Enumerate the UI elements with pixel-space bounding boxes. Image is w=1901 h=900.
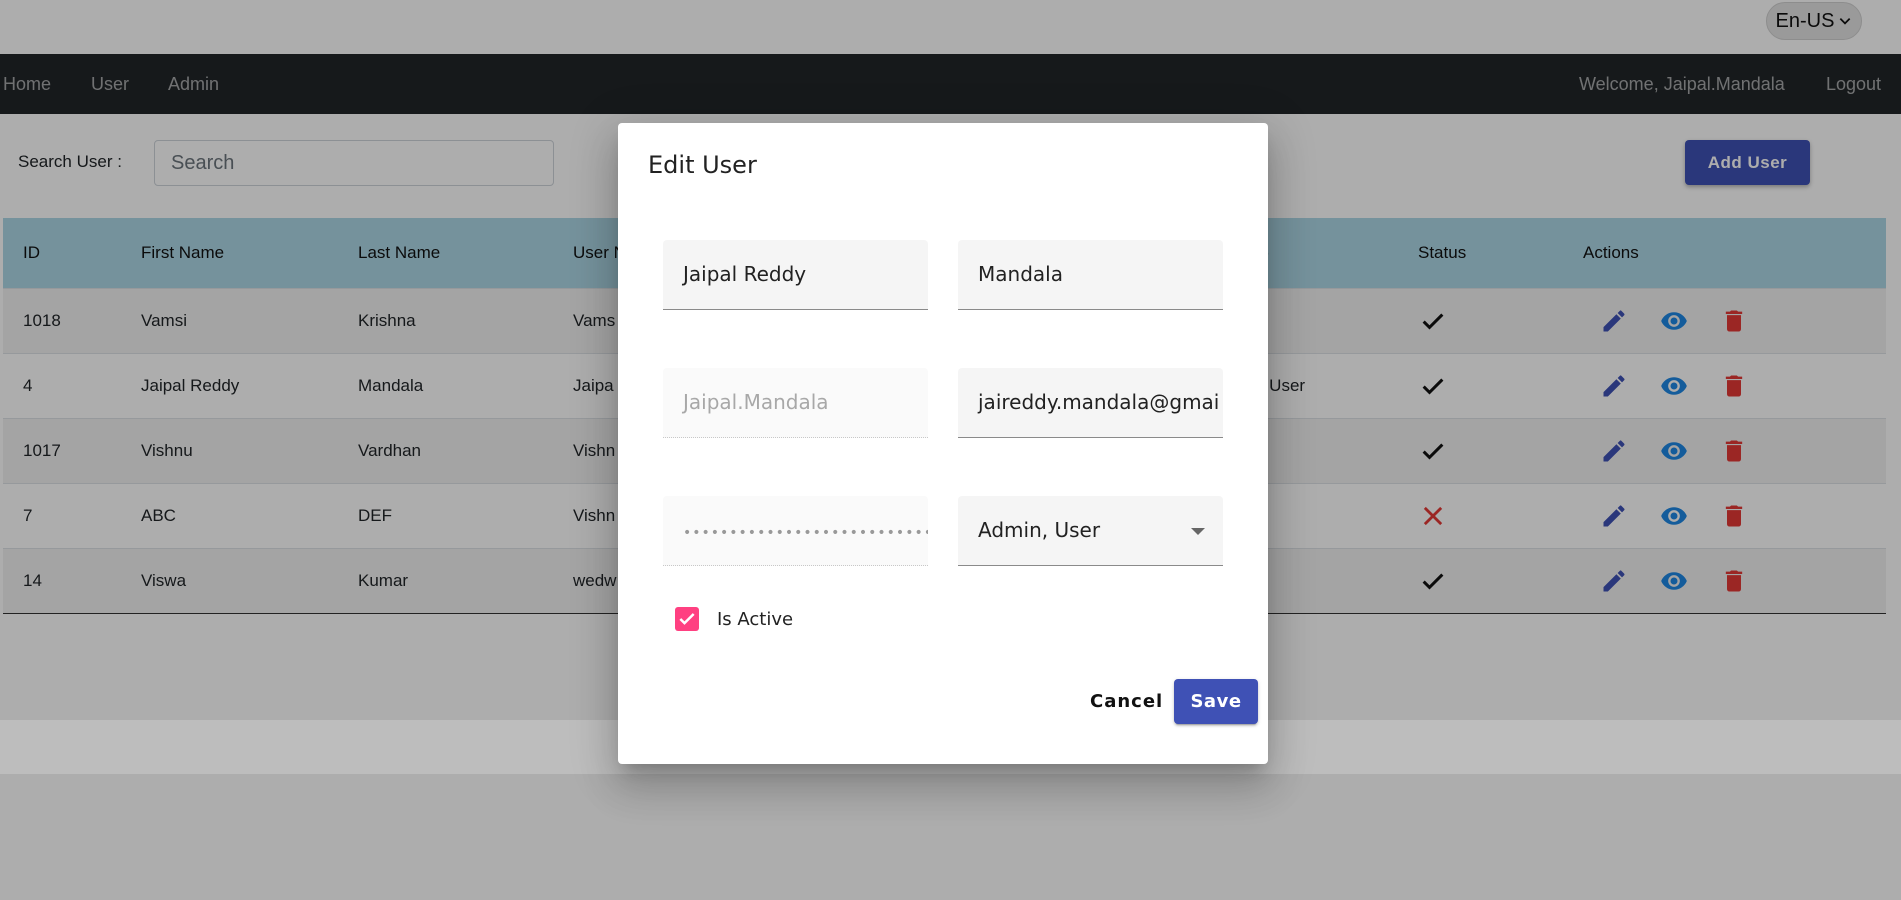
dialog-title: Edit User <box>648 151 757 179</box>
is-active-label: Is Active <box>717 608 794 630</box>
edit-user-dialog: Edit User Jaipal Reddy Mandala Jaipal.Ma… <box>618 123 1268 764</box>
first-name-field[interactable]: Jaipal Reddy <box>663 240 928 310</box>
username-field: Jaipal.Mandala <box>663 368 928 438</box>
roles-value: Admin, User <box>978 518 1101 542</box>
save-button[interactable]: Save <box>1174 679 1258 724</box>
check-icon <box>679 613 695 625</box>
roles-select[interactable]: Admin, User <box>958 496 1223 566</box>
last-name-field[interactable]: Mandala <box>958 240 1223 310</box>
cancel-button[interactable]: Cancel <box>1078 679 1175 724</box>
password-mask: •••••••••••••••••••••••••••••••• <box>683 525 928 541</box>
dropdown-arrow-icon <box>1191 528 1205 535</box>
is-active-checkbox[interactable] <box>675 607 699 631</box>
password-field[interactable]: •••••••••••••••••••••••••••••••• <box>663 496 928 566</box>
email-field[interactable]: jaireddy.mandala@gmai <box>958 368 1223 438</box>
is-active-row: Is Active <box>675 607 793 631</box>
